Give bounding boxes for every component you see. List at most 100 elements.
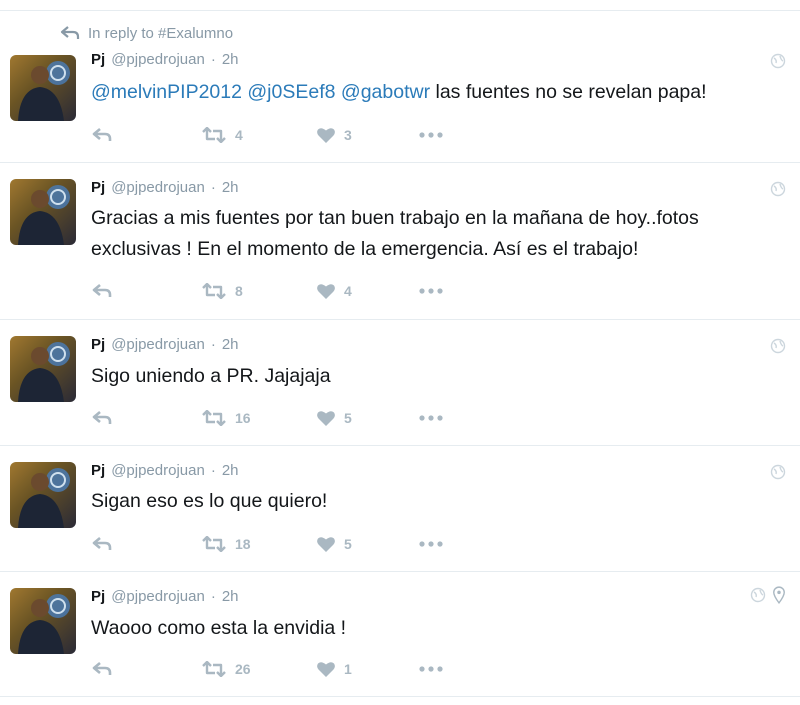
more-button[interactable] xyxy=(418,540,444,548)
tweet-header: Pj @pjpedrojuan · 2h xyxy=(91,462,239,482)
tweet-header: Pj @pjpedrojuan · 2h xyxy=(91,336,239,356)
more-dots-icon xyxy=(419,288,443,294)
retweet-count: 18 xyxy=(235,536,251,552)
timestamp[interactable]: 2h xyxy=(222,588,239,605)
display-name[interactable]: Pj xyxy=(91,336,105,353)
tweet-actions: 18 5 xyxy=(91,534,444,554)
reply-context[interactable]: In reply to #Exalumno xyxy=(60,23,233,43)
reply-arrow-icon xyxy=(92,537,112,550)
handle[interactable]: @pjpedrojuan xyxy=(111,336,205,353)
tweet[interactable]: Pj @pjpedrojuan · 2h Sigo uniendo a PR. … xyxy=(0,320,800,446)
retweet-button[interactable]: 8 xyxy=(201,283,316,299)
tweet-body: Sigan eso es lo que quiero! xyxy=(91,490,328,512)
display-name[interactable]: Pj xyxy=(91,179,105,196)
tweet[interactable]: Pj @pjpedrojuan · 2h @melvinPIP2012 @j0S… xyxy=(0,45,800,163)
reply-button[interactable] xyxy=(91,410,201,426)
handle[interactable]: @pjpedrojuan xyxy=(111,588,205,605)
handle[interactable]: @pjpedrojuan xyxy=(111,462,205,479)
like-button[interactable]: 5 xyxy=(316,535,418,553)
retweet-count: 16 xyxy=(235,410,251,426)
tweet-header: Pj @pjpedrojuan · 2h xyxy=(91,179,239,199)
handle[interactable]: @pjpedrojuan xyxy=(111,51,205,68)
avatar[interactable] xyxy=(10,55,76,121)
tweet-text: Sigo uniendo a PR. Jajajaja xyxy=(91,361,786,392)
heart-icon xyxy=(317,662,335,677)
tweet-corner-icons xyxy=(770,181,786,197)
avatar[interactable] xyxy=(10,179,76,245)
separator: · xyxy=(210,51,216,68)
location-pin-icon[interactable] xyxy=(772,586,786,604)
more-dots-icon xyxy=(419,415,443,421)
globe-icon xyxy=(770,338,786,354)
timestamp[interactable]: 2h xyxy=(222,179,239,196)
more-dots-icon xyxy=(419,666,443,672)
reply-button[interactable] xyxy=(91,661,201,677)
tweet-corner-icons xyxy=(750,586,786,604)
retweet-button[interactable]: 16 xyxy=(201,410,316,426)
globe-icon xyxy=(770,53,786,69)
tweet[interactable]: Pj @pjpedrojuan · 2h Sigan eso es lo que… xyxy=(0,446,800,572)
heart-icon xyxy=(317,537,335,552)
mention-link[interactable]: @melvinPIP2012 xyxy=(91,81,242,103)
reply-button[interactable] xyxy=(91,536,201,552)
reply-context-label: In reply to #Exalumno xyxy=(88,24,234,42)
heart-icon xyxy=(317,128,335,143)
like-button[interactable]: 4 xyxy=(316,282,418,300)
tweet-body: Waooo como esta la envidia ! xyxy=(91,617,347,639)
tweet-corner-icons xyxy=(770,53,786,69)
more-button[interactable] xyxy=(418,665,444,673)
globe-icon xyxy=(750,587,766,603)
retweet-icon xyxy=(202,661,226,677)
more-button[interactable] xyxy=(418,131,444,139)
more-dots-icon xyxy=(419,132,443,138)
timestamp[interactable]: 2h xyxy=(222,336,239,353)
retweet-count: 26 xyxy=(235,661,251,677)
avatar[interactable] xyxy=(10,588,76,654)
retweet-icon xyxy=(202,283,226,299)
tweet-text: Sigan eso es lo que quiero! xyxy=(91,486,786,517)
tweet-corner-icons xyxy=(770,338,786,354)
like-button[interactable]: 5 xyxy=(316,409,418,427)
display-name[interactable]: Pj xyxy=(91,51,105,68)
separator: · xyxy=(210,336,216,353)
tweet[interactable]: Pj @pjpedrojuan · 2h Waooo como esta la … xyxy=(0,572,800,697)
heart-icon xyxy=(317,284,335,299)
reply-button[interactable] xyxy=(91,283,201,299)
like-count: 3 xyxy=(344,127,352,143)
like-count: 4 xyxy=(344,283,352,299)
globe-icon xyxy=(770,181,786,197)
timestamp[interactable]: 2h xyxy=(222,462,239,479)
tweet-actions: 4 3 xyxy=(91,125,444,145)
reply-arrow-icon xyxy=(92,128,112,141)
tweet-text: Gracias a mis fuentes por tan buen traba… xyxy=(91,203,786,265)
tweet-corner-icons xyxy=(770,464,786,480)
heart-icon xyxy=(317,411,335,426)
display-name[interactable]: Pj xyxy=(91,462,105,479)
mention-link[interactable]: @gabotwr xyxy=(341,81,430,103)
retweet-button[interactable]: 18 xyxy=(201,536,316,552)
separator: · xyxy=(210,588,216,605)
timestamp[interactable]: 2h xyxy=(222,51,239,68)
reply-arrow-icon xyxy=(92,411,112,424)
more-button[interactable] xyxy=(418,287,444,295)
retweet-icon xyxy=(202,127,226,143)
retweet-button[interactable]: 4 xyxy=(201,127,316,143)
tweet-actions: 16 5 xyxy=(91,408,444,428)
display-name[interactable]: Pj xyxy=(91,588,105,605)
reply-button[interactable] xyxy=(91,127,201,143)
like-button[interactable]: 1 xyxy=(316,660,418,678)
tweet[interactable]: Pj @pjpedrojuan · 2h Gracias a mis fuent… xyxy=(0,163,800,320)
avatar[interactable] xyxy=(10,462,76,528)
avatar[interactable] xyxy=(10,336,76,402)
retweet-button[interactable]: 26 xyxy=(201,661,316,677)
like-count: 1 xyxy=(344,661,352,677)
mention-link[interactable]: @j0SEef8 xyxy=(247,81,335,103)
handle[interactable]: @pjpedrojuan xyxy=(111,179,205,196)
more-button[interactable] xyxy=(418,414,444,422)
retweet-count: 4 xyxy=(235,127,243,143)
tweet-body: las fuentes no se revelan papa! xyxy=(435,81,707,103)
like-button[interactable]: 3 xyxy=(316,126,418,144)
tweet-text: Waooo como esta la envidia ! xyxy=(91,613,786,644)
reply-arrow-icon xyxy=(92,662,112,675)
separator: · xyxy=(210,179,216,196)
